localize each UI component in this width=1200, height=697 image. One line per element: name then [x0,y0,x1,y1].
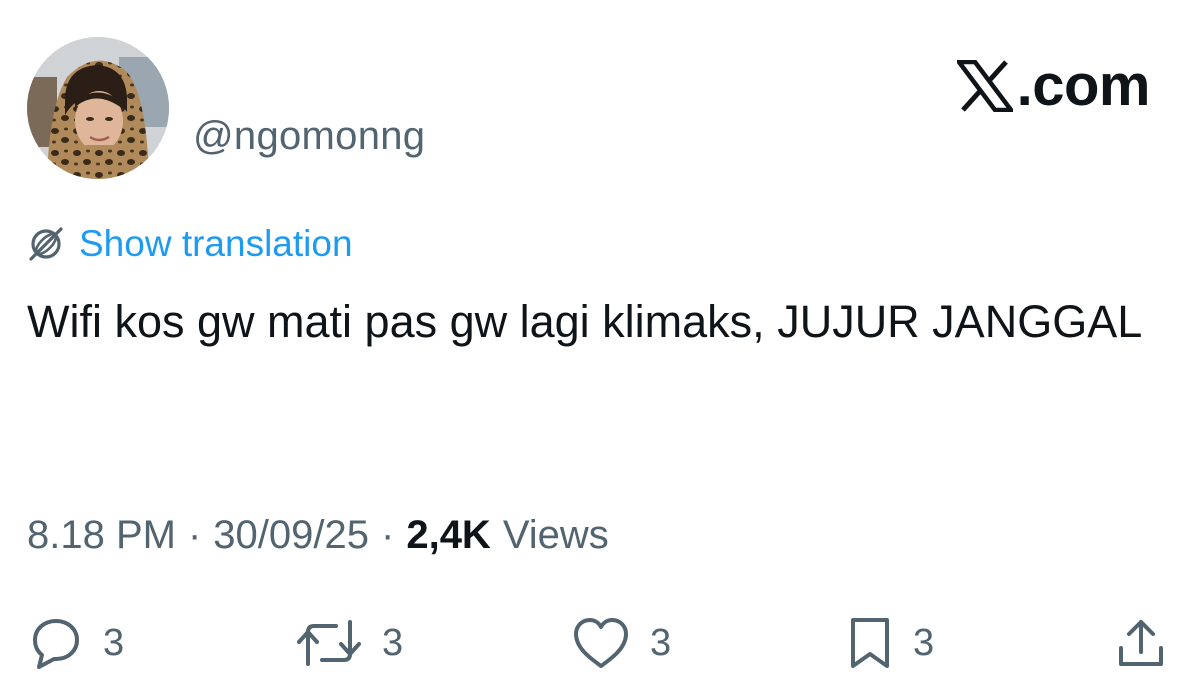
tweet-text: Wifi kos gw mati pas gw lagi klimaks, JU… [27,296,1143,347]
globe-icon [27,225,65,263]
repost-icon [294,614,364,672]
tweet-metadata: 8.18 PM · 30/09/25 · 2,4K Views [27,513,609,558]
reply-icon [27,614,85,672]
show-translation-label: Show translation [79,223,353,264]
reply-count: 3 [103,621,125,664]
tweet-time[interactable]: 8.18 PM [27,513,176,558]
repost-button[interactable]: 3 [294,613,403,673]
bookmark-button[interactable]: 3 [845,613,934,673]
meta-separator: · [187,513,202,557]
views-label: Views [502,513,609,557]
brand-logo: .com [956,53,1151,118]
show-translation-link[interactable]: Show translation [27,222,353,266]
views-count: 2,4K [406,513,491,557]
tweet-date[interactable]: 30/09/25 [213,513,369,558]
bookmark-count: 3 [913,621,935,664]
meta-separator: · [381,513,395,557]
user-handle[interactable]: @ngomonng [193,114,425,159]
x-logo-icon [956,60,1013,112]
reply-button[interactable]: 3 [27,613,124,673]
heart-icon [570,614,632,672]
avatar[interactable] [27,37,169,179]
share-icon [1112,614,1170,672]
repost-count: 3 [382,621,404,664]
brand-domain: .com [1016,53,1151,118]
bookmark-icon [845,614,895,672]
like-button[interactable]: 3 [570,613,671,673]
tweet-card: @ngomonng .com Show translation Wifi kos… [0,0,1200,697]
like-count: 3 [650,621,672,664]
action-bar: 3 3 3 3 [0,613,1200,673]
share-button[interactable] [1112,613,1170,673]
